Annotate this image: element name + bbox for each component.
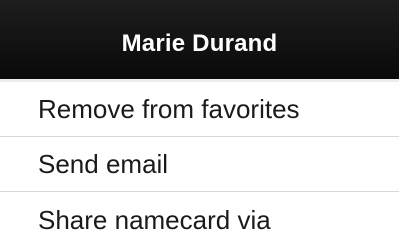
menu-item-send-email[interactable]: Send email [0,137,399,192]
dialog-header: Marie Durand [0,0,399,82]
contact-options-dialog: Marie Durand Remove from favorites Send … [0,0,399,248]
menu-item-label: Share namecard via [38,204,271,235]
options-menu: Remove from favorites Send email Share n… [0,82,399,247]
menu-item-label: Remove from favorites [38,94,300,124]
menu-item-share-namecard[interactable]: Share namecard via [0,192,399,247]
dialog-title: Marie Durand [121,29,278,57]
menu-item-remove-from-favorites[interactable]: Remove from favorites [0,82,399,137]
menu-item-label: Send email [38,149,169,179]
